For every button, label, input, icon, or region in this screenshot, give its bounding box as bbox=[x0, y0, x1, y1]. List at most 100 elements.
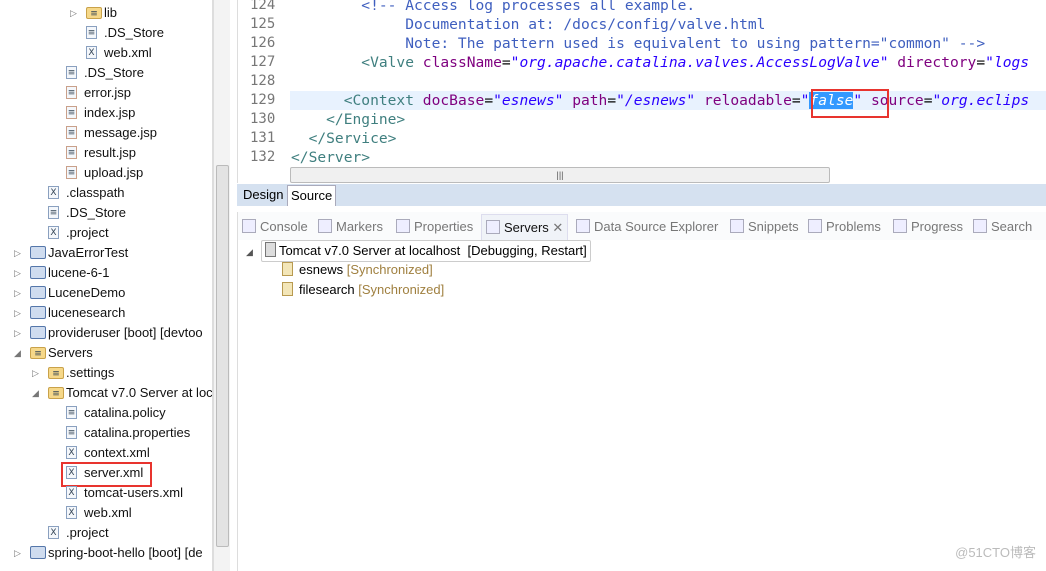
project-icon bbox=[30, 546, 46, 559]
tab-label: Snippets bbox=[748, 219, 799, 234]
collapsed-arrow-icon[interactable]: ▷ bbox=[14, 323, 21, 343]
code-token: path bbox=[563, 92, 608, 109]
tree-item[interactable]: ▷ provideruser [boot] [devtoo bbox=[0, 323, 212, 343]
code-token: Note: The pattern used is equivalent to … bbox=[291, 35, 986, 52]
tree-item[interactable]: Xcontext.xml bbox=[0, 443, 212, 463]
tree-item[interactable]: ≡ catalina.policy bbox=[0, 403, 212, 423]
collapsed-arrow-icon[interactable]: ▷ bbox=[70, 3, 77, 23]
tree-item[interactable]: ≡ upload.jsp bbox=[0, 163, 212, 183]
line-number: 125 bbox=[250, 16, 276, 32]
code-line[interactable]: <Context docBase="esnews" path="/esnews"… bbox=[291, 91, 1029, 110]
tree-item[interactable]: ≡ catalina.properties bbox=[0, 423, 212, 443]
collapsed-arrow-icon[interactable]: ▷ bbox=[14, 263, 21, 283]
tree-item[interactable]: ▷ ≡ lib bbox=[0, 3, 212, 23]
collapsed-arrow-icon[interactable]: ▷ bbox=[14, 303, 21, 323]
server-name: Tomcat v7.0 Server at localhost bbox=[278, 243, 461, 258]
server-entry[interactable]: ◢ Tomcat v7.0 Server at localhost [Debug… bbox=[246, 240, 591, 262]
tree-item[interactable]: X .project bbox=[0, 523, 212, 543]
servers-icon bbox=[486, 220, 500, 234]
project-icon bbox=[30, 326, 46, 339]
tree-vertical-scrollbar[interactable] bbox=[213, 0, 230, 571]
tree-item[interactable]: ▷ JavaErrorTest bbox=[0, 243, 212, 263]
code-line[interactable]: </Engine> bbox=[291, 110, 405, 129]
editor-mode-tabs: Design Source bbox=[237, 184, 1046, 206]
tab-properties[interactable]: Properties bbox=[396, 219, 473, 234]
tab-snippets[interactable]: Snippets bbox=[730, 219, 799, 234]
tab-source[interactable]: Source bbox=[287, 185, 337, 206]
tree-item[interactable]: X .classpath bbox=[0, 183, 212, 203]
tree-item-label: catalina.policy bbox=[84, 405, 166, 420]
tree-item[interactable]: ▷ lucene-6-1 bbox=[0, 263, 212, 283]
module-entry[interactable]: esnews [Synchronized] bbox=[282, 260, 433, 280]
expanded-arrow-icon[interactable]: ◢ bbox=[32, 383, 39, 403]
code-token: </Engine> bbox=[291, 111, 406, 128]
xml-file-icon: X bbox=[66, 486, 77, 499]
tab-design[interactable]: Design bbox=[240, 185, 286, 205]
tree-item-label: Servers bbox=[48, 345, 93, 360]
code-token: reloadable bbox=[695, 92, 792, 109]
scrollbar-thumb[interactable] bbox=[216, 165, 229, 547]
code-line[interactable]: <!-- Access log processes all example. bbox=[291, 0, 695, 15]
module-entry[interactable]: filesearch [Synchronized] bbox=[282, 280, 444, 300]
tree-item[interactable]: X .project bbox=[0, 223, 212, 243]
code-line[interactable]: Documentation at: /docs/config/valve.htm… bbox=[291, 15, 765, 34]
code-token: <!-- Access log processes all example. bbox=[291, 0, 696, 14]
tree-item[interactable]: ◢ ≡ Servers bbox=[0, 343, 212, 363]
tree-item[interactable]: ≡ error.jsp bbox=[0, 83, 212, 103]
code-token: = bbox=[791, 92, 801, 109]
tree-item[interactable]: ▷ LuceneDemo bbox=[0, 283, 212, 303]
close-icon[interactable]: ✕ bbox=[552, 220, 563, 235]
tree-item-label: web.xml bbox=[104, 45, 152, 60]
tree-item[interactable]: ≡ message.jsp bbox=[0, 123, 212, 143]
expanded-arrow-icon[interactable]: ◢ bbox=[14, 343, 21, 363]
tree-item[interactable]: ◢ ≡ Tomcat v7.0 Server at loc bbox=[0, 383, 212, 403]
watermark: @51CTO博客 bbox=[955, 545, 1036, 560]
tree-item[interactable]: Xweb.xml bbox=[0, 503, 212, 523]
tab-search[interactable]: Search bbox=[973, 219, 1032, 234]
tab-data-source-explorer[interactable]: Data Source Explorer bbox=[576, 219, 718, 234]
tree-item[interactable]: ≡ .DS_Store bbox=[0, 63, 212, 83]
project-icon bbox=[30, 266, 46, 279]
code-line[interactable]: Note: The pattern used is equivalent to … bbox=[291, 34, 985, 53]
tree-item[interactable]: ≡ .DS_Store bbox=[0, 23, 212, 43]
module-status: [Synchronized] bbox=[358, 282, 445, 297]
module-status: [Synchronized] bbox=[346, 262, 433, 277]
xml-file-icon: X bbox=[48, 186, 59, 199]
code-token: <Valve bbox=[291, 54, 423, 71]
tree-item-label: .project bbox=[66, 225, 109, 240]
tab-markers[interactable]: Markers bbox=[318, 219, 383, 234]
tree-item[interactable]: Xweb.xml bbox=[0, 43, 212, 63]
tab-console[interactable]: Console bbox=[242, 219, 308, 234]
collapsed-arrow-icon[interactable]: ▷ bbox=[32, 363, 39, 383]
xml-source-editor[interactable]: 124 <!-- Access log processes all exampl… bbox=[237, 0, 1046, 183]
servers-view-panel: Console Markers Properties Servers ✕ Data So… bbox=[237, 212, 1046, 571]
xml-file-icon: X bbox=[66, 446, 77, 459]
tab-servers[interactable]: Servers ✕ bbox=[481, 214, 569, 241]
tree-item[interactable]: Xtomcat-users.xml bbox=[0, 483, 212, 503]
tab-progress[interactable]: Progress bbox=[893, 219, 963, 234]
line-number: 131 bbox=[250, 130, 276, 146]
tree-item[interactable]: ▷ ≡ .settings bbox=[0, 363, 212, 383]
tree-item-label: .settings bbox=[66, 365, 115, 380]
collapsed-arrow-icon[interactable]: ▷ bbox=[14, 243, 21, 263]
folder-icon: ≡ bbox=[30, 347, 46, 359]
tree-item-label: provideruser [boot] [devtoo bbox=[48, 325, 203, 340]
tree-item[interactable]: ≡ result.jsp bbox=[0, 143, 212, 163]
code-token: = bbox=[501, 54, 511, 71]
properties-icon bbox=[396, 219, 410, 233]
tree-item[interactable]: ▷ spring-boot-hello [boot] [de bbox=[0, 543, 212, 563]
folder-icon: ≡ bbox=[48, 387, 64, 399]
search-icon bbox=[973, 219, 987, 233]
collapsed-arrow-icon[interactable]: ▷ bbox=[14, 543, 21, 563]
editor-horizontal-scrollbar[interactable]: ||| bbox=[290, 167, 830, 183]
tree-item[interactable]: ≡ index.jsp bbox=[0, 103, 212, 123]
code-line[interactable]: <Valve className="org.apache.catalina.va… bbox=[291, 53, 1029, 72]
expand-arrow-icon[interactable]: ◢ bbox=[246, 247, 253, 257]
tab-problems[interactable]: Problems bbox=[808, 219, 881, 234]
code-line[interactable]: </Service> bbox=[291, 129, 397, 148]
tree-item[interactable]: ▷ lucenesearch bbox=[0, 303, 212, 323]
collapsed-arrow-icon[interactable]: ▷ bbox=[14, 283, 21, 303]
tree-item[interactable]: ≡ .DS_Store bbox=[0, 203, 212, 223]
code-line[interactable]: </Server> bbox=[291, 148, 370, 167]
code-token: </Server> bbox=[291, 149, 371, 166]
